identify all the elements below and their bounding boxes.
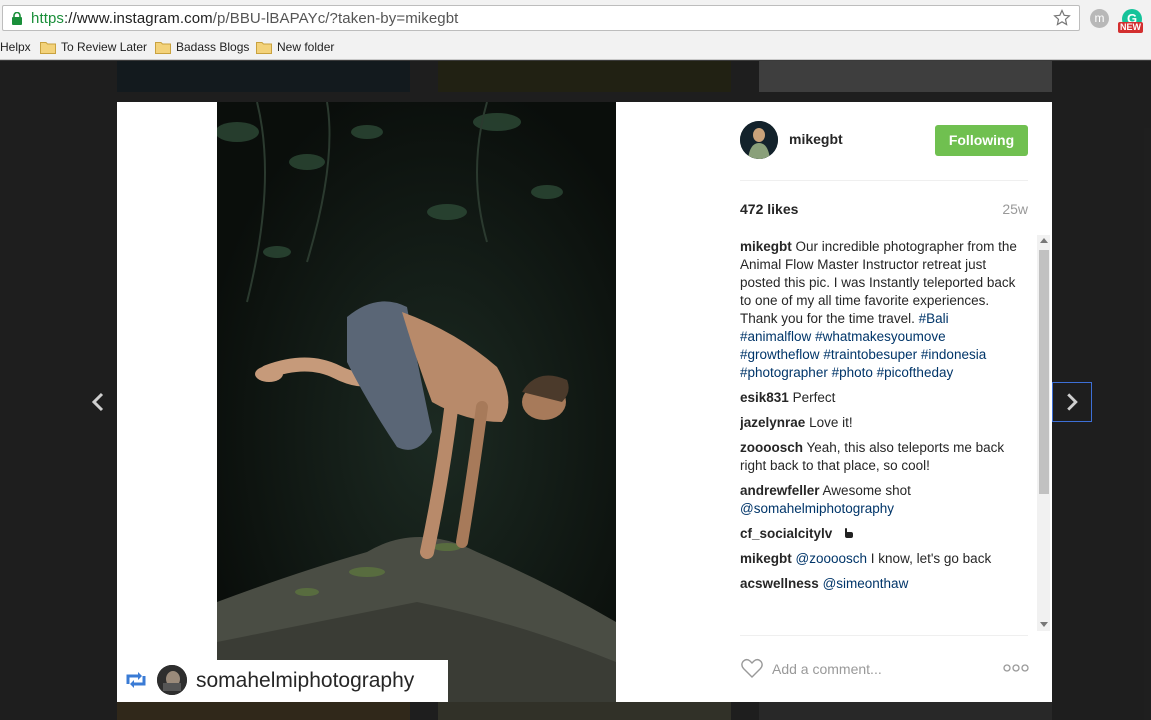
browser-toolbar: https://www.instagram.com/p/BBU-lBAPAYc/… [0, 0, 1151, 36]
extension-new-badge: NEW [1118, 22, 1143, 33]
bookmark-badass-blogs[interactable]: Badass Blogs [155, 40, 249, 54]
lock-icon [12, 12, 22, 25]
bookmark-label: New folder [277, 40, 335, 54]
comment-text: Perfect [792, 390, 836, 405]
photo-area: somahelmiphotography [117, 102, 732, 702]
post-username[interactable]: mikegbt [789, 131, 843, 147]
repost-username: somahelmiphotography [196, 669, 415, 692]
comment-username[interactable]: cf_socialcitylv [740, 526, 832, 541]
post-modal: somahelmiphotography mikegbt Following 4… [117, 102, 1052, 702]
url-path: /p/BBU-lBAPAYc/?taken-by=mikegbt [212, 10, 459, 27]
comment-text: Awesome shot [822, 483, 911, 498]
comment-username[interactable]: esik831 [740, 390, 789, 405]
comment-item: andrewfeller Awesome shot @somahelmiphot… [740, 482, 1018, 518]
post-photo[interactable] [217, 102, 616, 702]
hashtag[interactable]: #photographer [740, 365, 828, 380]
next-post-arrow-icon[interactable] [1052, 382, 1092, 422]
bookmark-label: To Review Later [61, 40, 148, 54]
scroll-up-arrow-icon[interactable] [1040, 238, 1048, 243]
comment-item: mikegbt @zoooosch I know, let's go back [740, 550, 1018, 568]
comment-item: cf_socialcitylv [740, 525, 1018, 543]
comment-item: jazelynrae Love it! [740, 414, 1018, 432]
repost-avatar [157, 665, 187, 695]
divider [740, 635, 1028, 636]
avatar[interactable] [740, 121, 778, 159]
bookmark-helpx[interactable]: Helpx [0, 40, 31, 54]
hashtag[interactable]: #animalflow [740, 329, 811, 344]
hashtag[interactable]: #growtheflow [740, 347, 820, 362]
scroll-down-arrow-icon[interactable] [1040, 622, 1048, 627]
heart-icon[interactable] [740, 657, 764, 679]
add-comment-input[interactable] [772, 659, 972, 679]
repost-icon [126, 672, 146, 688]
divider [740, 180, 1028, 181]
mention-link[interactable]: @zoooosch [796, 551, 868, 566]
comments-list: mikegbt Our incredible photographer from… [740, 238, 1018, 632]
hashtag[interactable]: #indonesia [921, 347, 986, 362]
bookmark-label: Helpx [0, 40, 31, 54]
comment-item: esik831 Perfect [740, 389, 1018, 407]
comment-username[interactable]: mikegbt [740, 551, 792, 566]
hashtag[interactable]: #whatmakesyoumove [815, 329, 946, 344]
comment-username[interactable]: andrewfeller [740, 483, 820, 498]
comment-item: acswellness @simeonthaw [740, 575, 1018, 593]
bookmark-new-folder[interactable]: New folder [256, 40, 334, 54]
hashtag[interactable]: #picoftheday [877, 365, 954, 380]
address-bar[interactable]: https://www.instagram.com/p/BBU-lBAPAYc/… [2, 5, 1080, 31]
hashtag[interactable]: #Bali [919, 311, 949, 326]
repost-credit-tag[interactable]: somahelmiphotography [117, 660, 448, 702]
pointing-hand-emoji-icon [845, 528, 854, 538]
bookmark-label: Badass Blogs [176, 40, 250, 54]
previous-post-arrow-icon[interactable] [78, 382, 118, 422]
bookmark-to-review-later[interactable]: To Review Later [40, 40, 147, 54]
url-host: ://www.instagram.com [64, 10, 213, 27]
scrollbar-thumb[interactable] [1039, 250, 1049, 494]
post-sidebar: mikegbt Following 472 likes 25w mikegbt … [732, 102, 1052, 702]
comments-scrollbar[interactable] [1037, 235, 1050, 631]
caption-comment: mikegbt Our incredible photographer from… [740, 238, 1018, 382]
bookmark-star-icon[interactable] [1053, 9, 1071, 27]
bookmarks-bar: Helpx To Review Later Badass Blogs New f… [0, 36, 1151, 60]
instagram-page: somahelmiphotography mikegbt Following 4… [0, 61, 1151, 720]
folder-icon [155, 41, 171, 54]
extension-m-icon[interactable]: m [1090, 9, 1109, 28]
more-options-icon[interactable] [1003, 664, 1029, 672]
folder-icon [256, 41, 272, 54]
comment-text: I know, let's go back [870, 551, 992, 566]
mention-link[interactable]: @simeonthaw [823, 576, 909, 591]
hashtag[interactable]: #photo [832, 365, 873, 380]
comment-username[interactable]: jazelynrae [740, 415, 805, 430]
comment-item: zoooosch Yeah, this also teleports me ba… [740, 439, 1018, 475]
comment-username[interactable]: mikegbt [740, 239, 792, 254]
folder-icon [40, 41, 56, 54]
following-button[interactable]: Following [935, 125, 1028, 156]
mention-link[interactable]: @somahelmiphotography [740, 501, 894, 516]
comment-username[interactable]: acswellness [740, 576, 819, 591]
comment-text: Love it! [809, 415, 853, 430]
likes-count[interactable]: 472 likes [740, 201, 798, 217]
url-scheme: https [31, 10, 65, 27]
post-age[interactable]: 25w [1002, 201, 1028, 217]
comment-username[interactable]: zoooosch [740, 440, 803, 455]
hashtag[interactable]: #traintobesuper [823, 347, 917, 362]
url-text[interactable]: https://www.instagram.com/p/BBU-lBAPAYc/… [31, 10, 458, 27]
